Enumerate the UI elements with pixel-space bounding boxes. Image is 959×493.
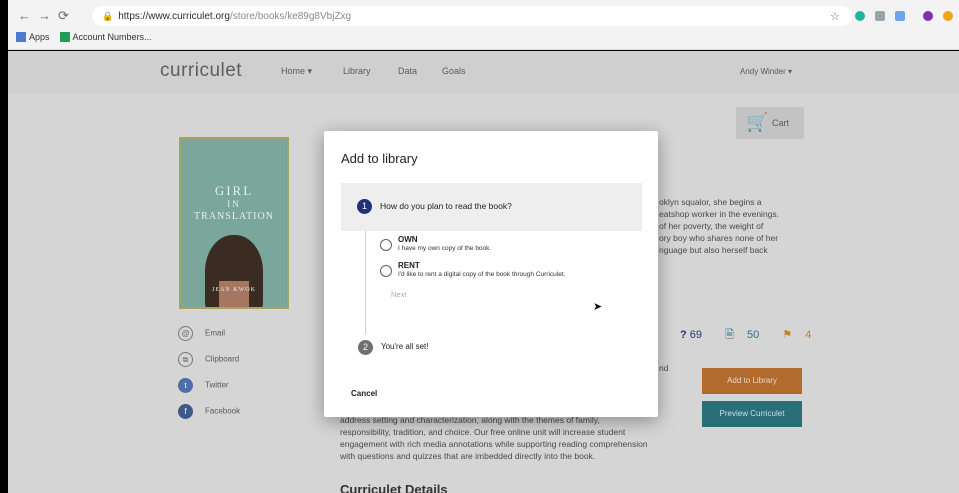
cancel-button[interactable]: Cancel (351, 389, 377, 398)
curriculet-details-heading: Curriculet Details (340, 482, 448, 493)
cover-title-mid: IN (227, 199, 241, 209)
preview-curriculet-button[interactable]: Preview Curriculet (702, 401, 802, 427)
question-icon: ? (680, 329, 687, 341)
description-line: of her poverty, the weight of (659, 221, 764, 231)
share-clipboard[interactable]: ⧉ Clipboard (178, 352, 239, 367)
cover-title-bottom: TRANSLATION (194, 211, 274, 222)
site-navbar: curriculet Home ▾ Library Data Goals And… (8, 51, 959, 93)
book-cover: GIRL IN TRANSLATION JEAN KWOK (179, 137, 289, 309)
rent-description: I'd like to rent a digital copy of the b… (398, 271, 566, 278)
cover-title-top: GIRL (214, 183, 254, 198)
url-host: https://www.curriculet.org (118, 11, 230, 22)
description-line: oklyn squalor, she begins a (659, 197, 762, 207)
back-icon[interactable]: ← (18, 8, 31, 24)
window-edge (0, 0, 8, 493)
cover-figure-neck (219, 281, 249, 307)
address-bar[interactable]: 🔒 https://www.curriculet.org/store/books/… (92, 6, 852, 26)
star-icon[interactable]: ☆ (830, 9, 840, 25)
description-line: ory boy who shares none of her (659, 233, 779, 243)
next-button[interactable]: Next (391, 290, 406, 299)
step-2-label: You're all set! (381, 342, 429, 351)
annotations-stat: ⚑ 4 (782, 329, 812, 341)
cover-author: JEAN KWOK (212, 287, 256, 293)
share-facebook[interactable]: f Facebook (178, 404, 240, 419)
book-stats: ? 69 🗎 50 ⚑ 4 (680, 326, 831, 345)
bookmark-account-numbers[interactable]: Account Numbers... (59, 32, 152, 42)
description-line: nguage but also herself back (659, 245, 768, 255)
add-to-library-dialog: Add to library 1 How do you plan to read… (324, 131, 658, 417)
cart-icon: 🛒 (746, 112, 769, 132)
cart-button[interactable]: 🛒 Cart (736, 107, 804, 139)
nav-data[interactable]: Data (398, 66, 417, 76)
mouse-cursor-icon: ➤ (593, 301, 603, 313)
bookmark-apps[interactable]: Apps (16, 32, 50, 42)
step-1-number: 1 (357, 199, 372, 214)
questions-stat: ? 69 (680, 329, 703, 341)
nav-library[interactable]: Library (343, 66, 371, 76)
site-logo[interactable]: curriculet (160, 60, 242, 82)
own-radio[interactable] (380, 239, 392, 251)
forward-icon[interactable]: → (38, 8, 51, 24)
quizzes-stat: 🗎 50 (725, 329, 760, 341)
url-path: /store/books/ke89g8VbjZxg (229, 11, 352, 22)
profile-avatar[interactable] (923, 11, 933, 21)
document-icon: 🗎 (725, 329, 734, 341)
sheets-icon (59, 32, 70, 42)
extension-camera-icon[interactable] (875, 11, 885, 21)
share-twitter[interactable]: t Twitter (178, 378, 229, 393)
add-to-library-button[interactable]: Add to Library (702, 368, 802, 394)
body-text-line: engagement with rich media annotations w… (340, 439, 648, 449)
facebook-icon: f (178, 404, 193, 419)
rent-radio[interactable] (380, 265, 392, 277)
step-2-number: 2 (358, 340, 373, 355)
body-text-line: responsibility, tradition, and choice. O… (340, 427, 626, 437)
dialog-title: Add to library (341, 151, 418, 166)
share-email[interactable]: @ Email (178, 326, 225, 341)
lock-icon: 🔒 (102, 11, 114, 21)
stepper-connector (365, 231, 366, 335)
clipboard-icon: ⧉ (178, 352, 193, 367)
rent-title: RENT (398, 261, 420, 270)
reload-icon[interactable]: ⟳ (58, 8, 69, 24)
own-title: OWN (398, 235, 418, 244)
twitter-icon: t (178, 378, 193, 393)
extension-orange-icon[interactable] (943, 11, 953, 21)
nav-goals[interactable]: Goals (442, 66, 466, 76)
step-1-header[interactable]: 1 How do you plan to read the book? (341, 183, 642, 231)
nav-home[interactable]: Home ▾ (281, 66, 312, 77)
description-line: nd (659, 363, 669, 373)
extension-teal-icon[interactable] (855, 11, 865, 21)
browser-chrome: ← → ⟳ 🔒 https://www.curriculet.org/store/… (8, 0, 959, 50)
email-icon: @ (178, 326, 193, 341)
body-text-line: with questions and quizzes that are imbe… (340, 451, 596, 461)
own-description: I have my own copy of the book. (398, 245, 492, 252)
user-menu[interactable]: Andy Winder ▾ (740, 67, 792, 76)
extension-filter-icon[interactable] (895, 11, 905, 21)
cart-label: Cart (772, 118, 790, 128)
bookmarks-bar: Apps Account Numbers... (16, 30, 152, 44)
flag-icon: ⚑ (782, 329, 793, 341)
description-line: eatshop worker in the evenings. (659, 209, 780, 219)
apps-grid-icon (16, 32, 26, 42)
step-1-label: How do you plan to read the book? (380, 201, 512, 211)
